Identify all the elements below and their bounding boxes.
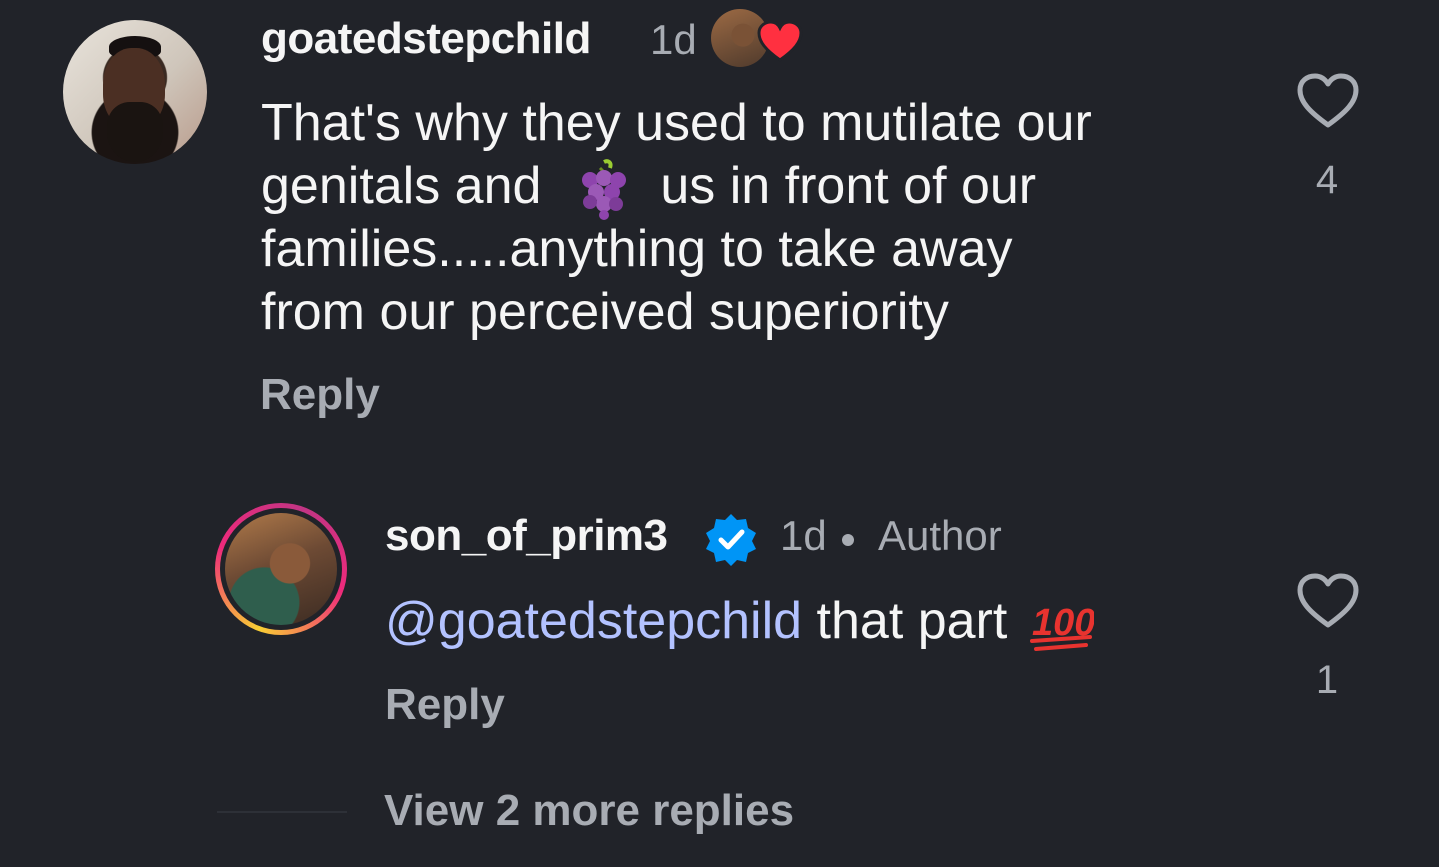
reply-button[interactable]: Reply: [385, 680, 505, 730]
reply-button[interactable]: Reply: [260, 370, 380, 420]
hundred-points-emoji-icon: 100: [1029, 602, 1094, 652]
like-heart-icon[interactable]: [1296, 572, 1360, 630]
comment-text-fragment: genitals and: [261, 157, 542, 215]
comment-text-line: genitals and us in front of our: [261, 155, 1037, 221]
reply-text: @goatedstepchild that part 100: [385, 590, 1094, 655]
reply-timestamp: 1d: [780, 512, 827, 559]
comment-username[interactable]: goatedstepchild: [261, 14, 591, 64]
avatar-photo: [225, 513, 337, 625]
view-more-replies-button[interactable]: View 2 more replies: [384, 786, 794, 836]
reply-username[interactable]: son_of_prim3: [385, 511, 668, 561]
mention-link[interactable]: @goatedstepchild: [385, 592, 802, 650]
author-label: Author: [878, 512, 1002, 559]
author-liked-heart-icon: [757, 20, 803, 62]
verified-badge-icon: [706, 514, 756, 566]
like-count: 1: [1315, 658, 1339, 702]
thread-divider: [217, 811, 347, 813]
like-heart-icon[interactable]: [1296, 72, 1360, 130]
grapes-emoji-icon: [581, 159, 626, 221]
reply-text-fragment: that part: [816, 592, 1008, 650]
comment-text-line: families.....anything to take away: [261, 220, 1013, 278]
commenter-avatar[interactable]: [63, 20, 207, 164]
comment-text-line: That's why they used to mutilate our: [261, 94, 1092, 152]
comment-timestamp: 1d: [650, 16, 697, 63]
comment-text-fragment: us in front of our: [660, 157, 1037, 215]
separator-dot: [842, 534, 854, 546]
like-count: 4: [1315, 158, 1339, 202]
comment-text-line: from our perceived superiority: [261, 283, 949, 341]
reply-author-avatar[interactable]: [215, 503, 347, 635]
avatar-beard: [107, 102, 163, 162]
